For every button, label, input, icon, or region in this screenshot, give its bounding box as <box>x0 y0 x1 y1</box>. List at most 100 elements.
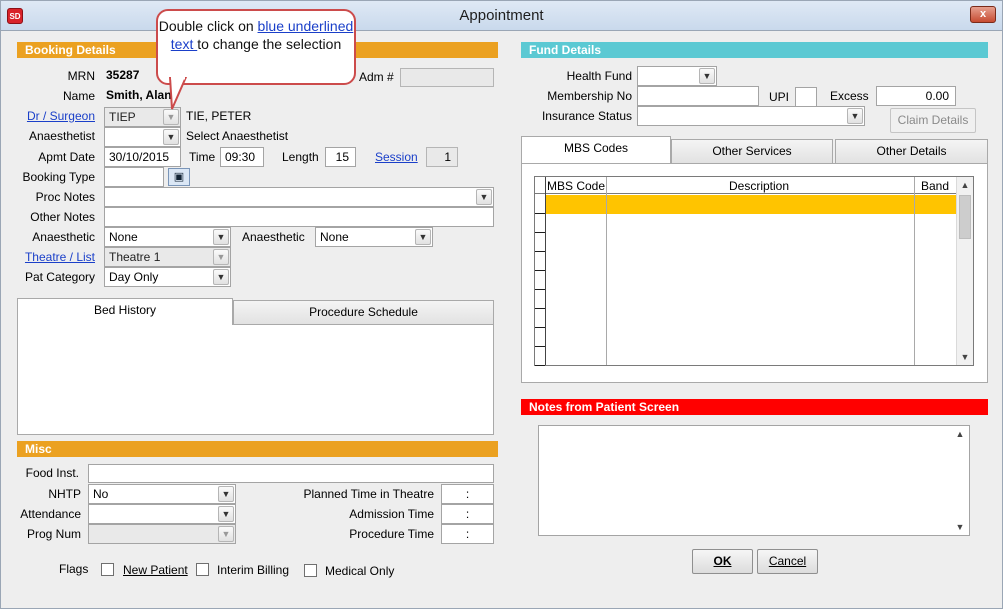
chevron-down-icon: ▼ <box>213 269 229 285</box>
insurance-status-select[interactable]: ▼ <box>637 106 865 126</box>
row-indicator[interactable] <box>535 309 545 328</box>
chevron-down-icon: ▼ <box>847 108 863 124</box>
callout-text-after: to change the selection <box>197 36 342 52</box>
chevron-down-icon: ▼ <box>218 506 234 522</box>
grid-divider <box>606 177 607 365</box>
close-icon[interactable]: x <box>970 6 996 23</box>
table-row-selected[interactable] <box>546 195 956 214</box>
notes-scrollbar[interactable]: ▲ ▼ <box>952 426 969 535</box>
membership-field[interactable] <box>637 86 759 106</box>
surgeon-link[interactable]: Dr / Surgeon <box>11 109 95 123</box>
health-fund-select[interactable]: ▼ <box>637 66 717 86</box>
ok-label: OK <box>713 554 732 568</box>
food-field[interactable] <box>88 464 494 483</box>
adm-label: Adm # <box>359 70 394 84</box>
theatre-select[interactable]: Theatre 1 ▼ <box>104 247 231 267</box>
tab-other-details[interactable]: Other Details <box>835 139 988 164</box>
title-bar[interactable]: SD Appointment x <box>1 1 1002 31</box>
tab-other-services[interactable]: Other Services <box>671 139 833 164</box>
booking-type-label: Booking Type <box>22 170 96 184</box>
cancel-button[interactable]: Cancel <box>757 549 818 574</box>
anaesthetist-label: Anaesthetist <box>28 129 95 143</box>
prog-num-select[interactable]: ▼ <box>88 524 236 544</box>
misc-header: Misc <box>17 441 498 457</box>
notes-header: Notes from Patient Screen <box>521 399 988 415</box>
pat-category-label: Pat Category <box>24 270 95 284</box>
chevron-down-icon[interactable]: ▼ <box>952 519 968 535</box>
excess-label: Excess <box>830 89 869 103</box>
nhtp-value: No <box>93 487 109 501</box>
planned-time-field[interactable]: : <box>441 484 494 504</box>
description-column[interactable]: Description <box>729 179 789 193</box>
tab-procedure-schedule[interactable]: Procedure Schedule <box>233 300 494 325</box>
new-patient-text: New Patient <box>123 563 188 577</box>
attendance-select[interactable]: ▼ <box>88 504 236 524</box>
row-indicator[interactable] <box>535 271 545 290</box>
other-notes-label: Other Notes <box>30 210 95 224</box>
proc-notes-select[interactable]: ▼ <box>104 187 494 207</box>
pat-category-select[interactable]: Day Only ▼ <box>104 267 231 287</box>
anaesthetic2-select[interactable]: None ▼ <box>315 227 433 247</box>
other-notes-field[interactable] <box>104 207 494 227</box>
anaesthetist-hint: Select Anaesthetist <box>186 129 289 143</box>
time-field[interactable]: 09:30 <box>220 147 264 167</box>
chevron-down-icon: ▼ <box>218 486 234 502</box>
scroll-thumb[interactable] <box>959 195 971 239</box>
help-callout: Double click on blue underlined text to … <box>156 9 356 85</box>
band-column[interactable]: Band <box>921 179 949 193</box>
anaesthetist-select[interactable]: ▼ <box>104 127 181 147</box>
booking-type-field[interactable] <box>104 167 164 187</box>
claim-details-button[interactable]: Claim Details <box>890 108 976 133</box>
new-patient-checkbox[interactable] <box>101 563 114 576</box>
procedure-time-field[interactable]: : <box>441 524 494 544</box>
interim-billing-checkbox[interactable] <box>196 563 209 576</box>
ok-button[interactable]: OK <box>692 549 753 574</box>
medical-only-checkbox[interactable] <box>304 564 317 577</box>
flags-label: Flags <box>59 562 89 576</box>
excess-field[interactable]: 0.00 <box>876 86 956 106</box>
attendance-label: Attendance <box>20 507 81 521</box>
health-fund-label: Health Fund <box>566 69 632 83</box>
row-indicator[interactable] <box>535 195 545 214</box>
upi-field[interactable] <box>795 87 817 107</box>
chevron-up-icon[interactable]: ▲ <box>952 426 968 442</box>
binoculars-icon[interactable]: ▣ <box>168 168 190 186</box>
chevron-down-icon: ▼ <box>476 189 492 205</box>
row-indicator[interactable] <box>535 214 545 233</box>
mbs-grid-scrollbar[interactable]: ▲ ▼ <box>956 177 973 365</box>
mbs-code-column[interactable]: MBS Code <box>547 179 605 193</box>
nhtp-select[interactable]: No ▼ <box>88 484 236 504</box>
row-indicator[interactable] <box>535 233 545 252</box>
admission-time-field[interactable]: : <box>441 504 494 524</box>
adm-field[interactable] <box>400 68 494 87</box>
length-field[interactable]: 15 <box>325 147 356 167</box>
session-field[interactable]: 1 <box>426 147 458 167</box>
row-indicator[interactable] <box>535 252 545 271</box>
chevron-down-icon: ▼ <box>163 129 179 145</box>
admission-time-label: Admission Time <box>349 507 434 521</box>
row-indicator[interactable] <box>535 290 545 309</box>
mrn-value: 35287 <box>106 68 140 82</box>
row-indicator[interactable] <box>535 347 545 366</box>
patient-notes-area[interactable] <box>538 425 970 536</box>
food-label: Food Inst. <box>25 466 79 480</box>
theatre-value: Theatre 1 <box>109 250 161 264</box>
history-panel <box>17 324 494 435</box>
chevron-down-icon: ▼ <box>218 526 234 542</box>
insurance-status-label: Insurance Status <box>541 109 632 123</box>
length-label: Length <box>282 150 319 164</box>
apmt-date-field[interactable]: 30/10/2015 <box>104 147 181 167</box>
planned-time-label: Planned Time in Theatre <box>303 487 434 501</box>
theatre-list-link[interactable]: Theatre / List <box>11 250 95 264</box>
chevron-down-icon: ▼ <box>699 68 715 84</box>
chevron-up-icon[interactable]: ▲ <box>957 177 973 193</box>
session-link[interactable]: Session <box>375 150 418 164</box>
tab-mbs-codes[interactable]: MBS Codes <box>521 136 671 163</box>
interim-billing-label: Interim Billing <box>217 563 290 577</box>
chevron-down-icon[interactable]: ▼ <box>957 349 973 365</box>
anaesthetic-select[interactable]: None ▼ <box>104 227 231 247</box>
callout-pointer <box>168 77 188 110</box>
row-indicator[interactable] <box>535 328 545 347</box>
apmt-date-label: Apmt Date <box>38 150 95 164</box>
tab-bed-history[interactable]: Bed History <box>17 298 233 325</box>
